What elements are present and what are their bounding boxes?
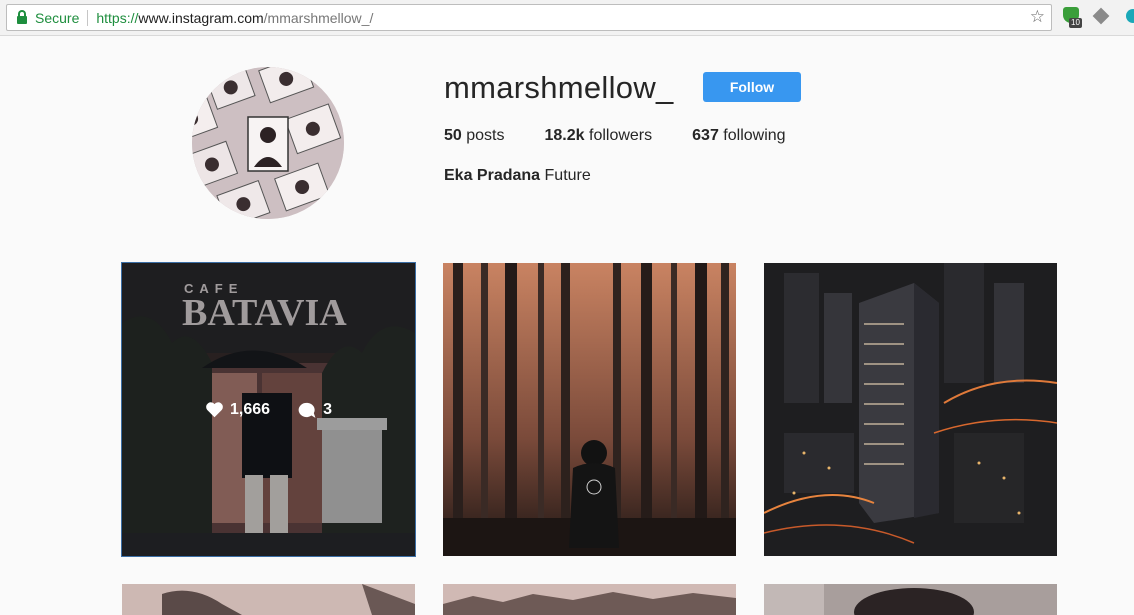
post-hover-overlay: 1,666 3 [122, 263, 415, 556]
following-label: following [723, 127, 786, 144]
profile-username: mmarshmellow_ [444, 70, 674, 105]
full-name: Eka Pradana [444, 167, 541, 184]
url-host: www.instagram.com [138, 9, 264, 26]
post-image [443, 584, 736, 615]
secure-label: Secure [35, 9, 80, 26]
bio-text: Future [544, 167, 591, 184]
post-tile[interactable] [764, 584, 1057, 615]
followers-count: 18.2k [544, 127, 585, 144]
comment-icon [298, 402, 316, 418]
likes-stat: 1,666 [205, 401, 270, 419]
posts-label: posts [466, 127, 505, 144]
browser-toolbar: Secure https:// www.instagram.com /mmars… [0, 0, 1134, 36]
post-image [764, 584, 1057, 615]
address-bar[interactable]: Secure https:// www.instagram.com /mmars… [6, 4, 1052, 31]
followers-label: followers [589, 127, 653, 144]
post-image [122, 584, 415, 615]
extension-cube-icon[interactable] [1092, 7, 1112, 25]
posts-count: 50 [444, 127, 462, 144]
comments-count: 3 [323, 400, 332, 418]
following-stat[interactable]: 637 following [692, 127, 785, 145]
divider [87, 9, 89, 26]
post-tile[interactable] [443, 584, 736, 615]
extension-badge: 10 [1069, 18, 1082, 28]
post-tile[interactable] [122, 584, 415, 615]
post-image [443, 263, 736, 556]
post-tile[interactable] [443, 263, 736, 556]
post-image [764, 263, 1057, 556]
followers-stat[interactable]: 18.2k followers [545, 127, 653, 145]
likes-count: 1,666 [230, 400, 271, 418]
following-count: 637 [692, 127, 719, 144]
extension-circle-icon[interactable] [1126, 7, 1134, 25]
avatar[interactable] [192, 67, 344, 219]
profile-stats: 50 posts 18.2k followers 637 following [444, 127, 826, 145]
bookmark-star-icon[interactable]: ☆ [1030, 7, 1045, 27]
extension-shield-icon[interactable]: 10 [1063, 7, 1082, 28]
lock-icon [13, 4, 33, 31]
heart-icon [206, 402, 223, 418]
posts-stat: 50 posts [444, 127, 505, 145]
post-tile[interactable]: CAFE BATAVIA 1,666 3 [121, 262, 416, 557]
comments-stat: 3 [298, 401, 332, 419]
follow-button[interactable]: Follow [703, 72, 801, 102]
url-scheme: https:// [96, 9, 139, 26]
url-path: /mmarshmellow_/ [263, 9, 374, 26]
profile-bio: Eka Pradana Future [444, 167, 591, 185]
post-tile[interactable] [764, 263, 1057, 556]
